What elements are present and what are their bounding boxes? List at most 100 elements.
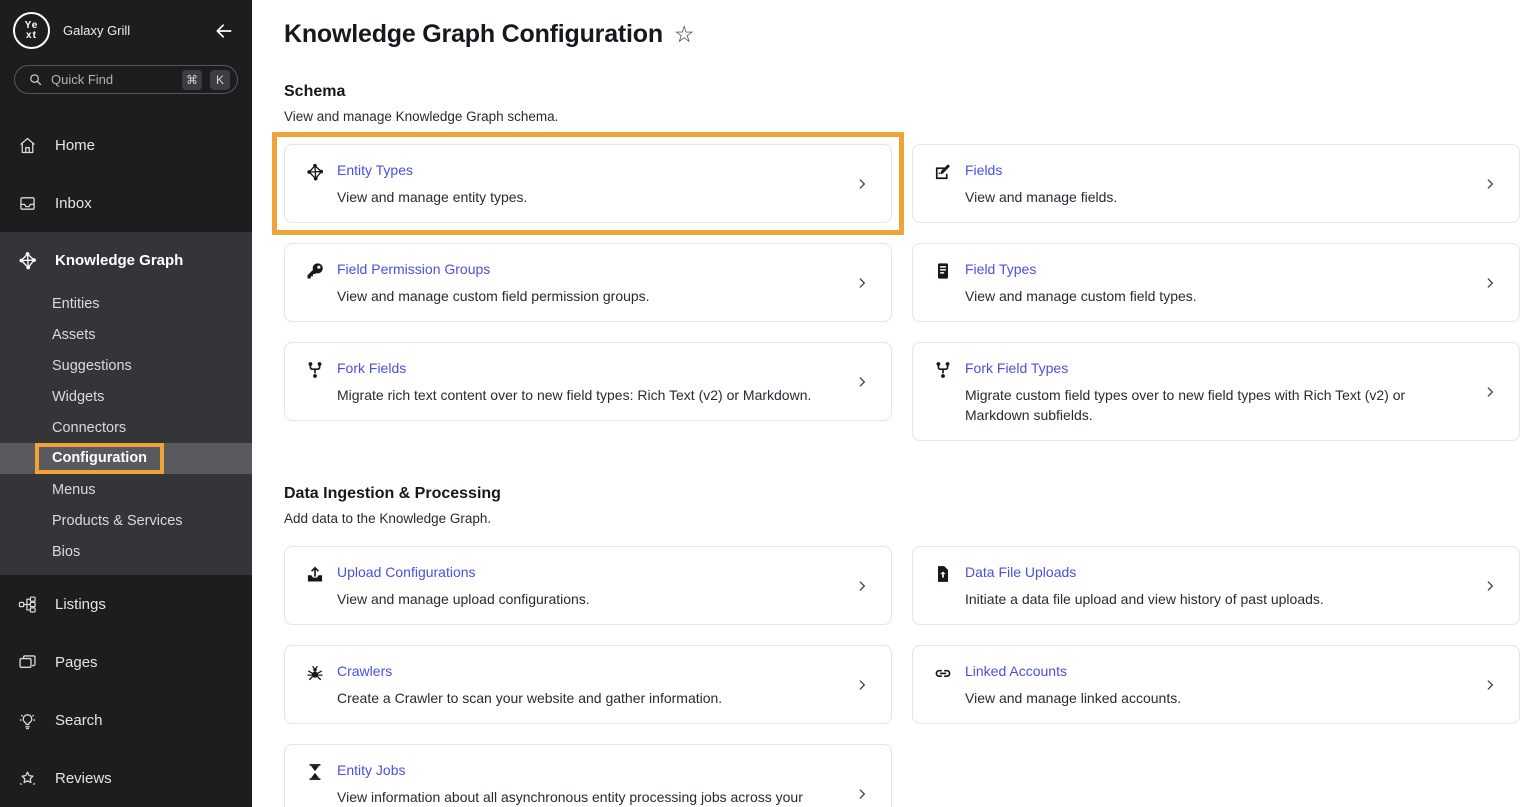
- search-icon: [28, 72, 43, 87]
- card-body: Fork Field Types Migrate custom field ty…: [965, 358, 1483, 425]
- cmd-keycap: ⌘: [182, 70, 202, 90]
- sub-item-label: Menus: [52, 482, 96, 498]
- annotation-highlight-box: Entity Types View and manage entity type…: [272, 132, 904, 235]
- page-title: Knowledge Graph Configuration: [284, 20, 663, 49]
- chevron-right-icon: [1483, 177, 1497, 191]
- sidebar-item-knowledge-graph[interactable]: Knowledge Graph: [0, 232, 252, 288]
- card-body: Crawlers Create a Crawler to scan your w…: [337, 661, 855, 708]
- quick-find-input[interactable]: [51, 72, 174, 87]
- sidebar-item-entities[interactable]: Entities: [0, 288, 252, 319]
- sidebar-item-listings[interactable]: Listings: [0, 575, 252, 633]
- quick-find-search[interactable]: ⌘ K: [14, 65, 238, 94]
- card-description: Migrate custom field types over to new f…: [965, 385, 1471, 425]
- sidebar-item-label: Search: [55, 712, 103, 729]
- collapse-sidebar-icon[interactable]: [214, 21, 234, 41]
- card-fork-field-types[interactable]: Fork Field Types Migrate custom field ty…: [912, 342, 1520, 441]
- sub-item-label: Connectors: [52, 420, 126, 436]
- card-title-link[interactable]: Crawlers: [337, 661, 392, 681]
- upload-tray-icon: [305, 562, 337, 609]
- sidebar-item-suggestions[interactable]: Suggestions: [0, 350, 252, 381]
- sub-item-label: Widgets: [52, 389, 104, 405]
- card-fields[interactable]: Fields View and manage fields.: [912, 144, 1520, 223]
- schema-card-grid: Entity Types View and manage entity type…: [284, 144, 1520, 441]
- card-description: View and manage upload configurations.: [337, 589, 843, 609]
- sidebar-item-home[interactable]: Home: [0, 116, 252, 174]
- star-outline-icon[interactable]: ☆: [674, 23, 695, 46]
- card-title-link[interactable]: Field Permission Groups: [337, 259, 490, 279]
- card-upload-configurations[interactable]: Upload Configurations View and manage up…: [284, 546, 892, 625]
- listings-icon: [16, 594, 38, 615]
- card-body: Data File Uploads Initiate a data file u…: [965, 562, 1483, 609]
- card-title-link[interactable]: Data File Uploads: [965, 562, 1076, 582]
- home-icon: [16, 135, 38, 156]
- card-body: Fork Fields Migrate rich text content ov…: [337, 358, 855, 405]
- annotation-highlight-box: Configuration: [35, 443, 164, 474]
- card-crawlers[interactable]: Crawlers Create a Crawler to scan your w…: [284, 645, 892, 724]
- logo-text-bottom: xt: [26, 31, 37, 41]
- card-title-link[interactable]: Fork Fields: [337, 358, 406, 378]
- chevron-right-icon: [1483, 276, 1497, 290]
- card-description: View and manage entity types.: [337, 187, 843, 207]
- card-title-link[interactable]: Linked Accounts: [965, 661, 1067, 681]
- page-header: Knowledge Graph Configuration ☆: [284, 20, 1520, 49]
- sidebar-item-products-services[interactable]: Products & Services: [0, 505, 252, 536]
- sidebar-item-pages[interactable]: Pages: [0, 633, 252, 691]
- chevron-right-icon: [1483, 579, 1497, 593]
- account-header: Ye xt Galaxy Grill: [0, 0, 252, 57]
- search-nav-icon: [16, 710, 38, 731]
- inbox-icon: [16, 193, 38, 214]
- card-description: Migrate rich text content over to new fi…: [337, 385, 843, 405]
- sidebar-item-menus[interactable]: Menus: [0, 474, 252, 505]
- chevron-right-icon: [855, 579, 869, 593]
- card-title-link[interactable]: Entity Jobs: [337, 760, 405, 780]
- sub-item-label: Products & Services: [52, 513, 183, 529]
- annotation-wrapper: Entity Types View and manage entity type…: [284, 144, 892, 223]
- card-data-file-uploads[interactable]: Data File Uploads Initiate a data file u…: [912, 546, 1520, 625]
- pages-icon: [16, 652, 38, 673]
- sidebar-item-label: Pages: [55, 654, 98, 671]
- card-entity-types[interactable]: Entity Types View and manage entity type…: [284, 144, 892, 223]
- card-fork-fields[interactable]: Fork Fields Migrate rich text content ov…: [284, 342, 892, 421]
- card-entity-jobs[interactable]: Entity Jobs View information about all a…: [284, 744, 892, 807]
- card-description: View and manage linked accounts.: [965, 688, 1471, 708]
- sub-item-label: Configuration: [52, 450, 147, 466]
- card-description: View information about all asynchronous …: [337, 787, 843, 807]
- sidebar-item-connectors[interactable]: Connectors: [0, 412, 252, 443]
- card-body: Field Permission Groups View and manage …: [337, 259, 855, 306]
- sidebar-item-label: Knowledge Graph: [55, 252, 183, 269]
- chevron-right-icon: [855, 276, 869, 290]
- sidebar-nav: Home Inbox Knowledge Graph Entities Asse…: [0, 116, 252, 807]
- sidebar-item-widgets[interactable]: Widgets: [0, 381, 252, 412]
- section-description: Add data to the Knowledge Graph.: [284, 511, 1520, 526]
- edit-field-icon: [933, 160, 965, 207]
- sidebar-item-search[interactable]: Search: [0, 691, 252, 749]
- card-title-link[interactable]: Entity Types: [337, 160, 413, 180]
- card-linked-accounts[interactable]: Linked Accounts View and manage linked a…: [912, 645, 1520, 724]
- card-description: View and manage custom field types.: [965, 286, 1471, 306]
- sidebar-item-reviews[interactable]: Reviews: [0, 749, 252, 807]
- link-icon: [933, 661, 965, 708]
- card-description: View and manage fields.: [965, 187, 1471, 207]
- sidebar: Ye xt Galaxy Grill ⌘ K Home Inbox: [0, 0, 252, 807]
- card-field-permission-groups[interactable]: Field Permission Groups View and manage …: [284, 243, 892, 322]
- sidebar-item-label: Listings: [55, 596, 106, 613]
- card-body: Entity Jobs View information about all a…: [337, 760, 855, 807]
- yext-logo[interactable]: Ye xt: [13, 12, 50, 49]
- sidebar-item-inbox[interactable]: Inbox: [0, 174, 252, 232]
- sidebar-item-bios[interactable]: Bios: [0, 536, 252, 567]
- sidebar-item-label: Home: [55, 137, 95, 154]
- section-heading-data-ingestion: Data Ingestion & Processing: [284, 485, 1520, 503]
- data-ingestion-card-grid: Upload Configurations View and manage up…: [284, 546, 1520, 807]
- card-title-link[interactable]: Fork Field Types: [965, 358, 1068, 378]
- sidebar-item-configuration[interactable]: Configuration: [0, 443, 252, 474]
- card-title-link[interactable]: Fields: [965, 160, 1002, 180]
- sub-item-label: Assets: [52, 327, 96, 343]
- sidebar-item-assets[interactable]: Assets: [0, 319, 252, 350]
- reviews-icon: [16, 768, 38, 789]
- logo-text-top: Ye: [25, 21, 39, 31]
- card-title-link[interactable]: Field Types: [965, 259, 1036, 279]
- card-title-link[interactable]: Upload Configurations: [337, 562, 476, 582]
- card-field-types[interactable]: Field Types View and manage custom field…: [912, 243, 1520, 322]
- sub-item-label: Suggestions: [52, 358, 132, 374]
- fork-icon: [305, 358, 337, 405]
